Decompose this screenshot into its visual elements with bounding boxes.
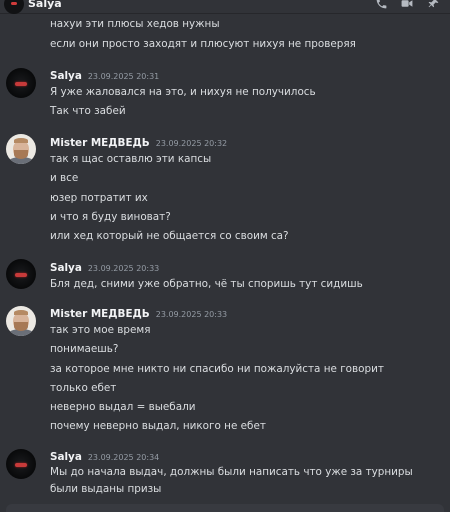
channel-title: Salya xyxy=(28,0,62,10)
message-line: неверно выдал = выебали xyxy=(50,401,196,413)
avatar[interactable] xyxy=(6,68,36,98)
pin-icon[interactable] xyxy=(426,0,440,10)
message-line: если они просто заходят и плюсуют нихуя … xyxy=(50,38,356,50)
message-timestamp: 23.09.2025 20:32 xyxy=(155,139,228,148)
message-list: нахуи эти плюсы хедов нужны если они про… xyxy=(0,0,450,512)
message-line: и все xyxy=(50,172,79,184)
message-line: юзер потратит их xyxy=(50,192,148,204)
message-line: Так что забей xyxy=(50,105,126,117)
phone-call-icon[interactable] xyxy=(374,0,388,10)
message-line: нахуи эти плюсы хедов нужны xyxy=(50,18,220,30)
channel-avatar[interactable] xyxy=(4,0,24,14)
author-name[interactable]: Mister МЕДВЕДЬ xyxy=(50,137,150,149)
header-actions xyxy=(374,0,440,10)
avatar[interactable] xyxy=(6,306,36,336)
message-header: Salya 23.09.2025 20:31 xyxy=(50,70,159,82)
message-timestamp: 23.09.2025 20:33 xyxy=(87,264,160,273)
message-timestamp: 23.09.2025 20:34 xyxy=(87,453,160,462)
author-name[interactable]: Salya xyxy=(50,451,82,463)
message-composer[interactable] xyxy=(6,504,444,512)
message-line: и что я буду виноват? xyxy=(50,211,171,223)
message-timestamp: 23.09.2025 20:31 xyxy=(87,72,160,81)
message-header: Mister МЕДВЕДЬ 23.09.2025 20:33 xyxy=(50,308,227,320)
video-call-icon[interactable] xyxy=(400,0,414,10)
message-header: Mister МЕДВЕДЬ 23.09.2025 20:32 xyxy=(50,137,227,149)
message-line: Мы до начала выдач, должны были написать… xyxy=(50,466,413,495)
message-header: Salya 23.09.2025 20:34 xyxy=(50,451,159,463)
message-line: так это мое время xyxy=(50,324,151,336)
message-line: или хед который не общается со своим са? xyxy=(50,230,289,242)
author-name[interactable]: Salya xyxy=(50,70,82,82)
message-line: Бля дед, сними уже обратно, чё ты спориш… xyxy=(50,278,363,290)
author-name[interactable]: Salya xyxy=(50,262,82,274)
message-line: понимаешь? xyxy=(50,343,119,355)
avatar[interactable] xyxy=(6,449,36,479)
message-line: Я уже жаловался на это, и нихуя не получ… xyxy=(50,86,316,98)
message-line: так я щас оставлю эти капсы xyxy=(50,153,212,165)
author-name[interactable]: Mister МЕДВЕДЬ xyxy=(50,308,150,320)
chat-window: нахуи эти плюсы хедов нужны если они про… xyxy=(0,0,450,512)
message-header: Salya 23.09.2025 20:33 xyxy=(50,262,159,274)
channel-header: Salya xyxy=(0,0,450,14)
avatar[interactable] xyxy=(6,134,36,164)
message-line: за которое мне никто ни спасибо ни пожал… xyxy=(50,363,384,375)
avatar[interactable] xyxy=(6,259,36,289)
message-line: только ебет xyxy=(50,382,117,394)
message-line: почему неверно выдал, никого не ебет xyxy=(50,420,266,432)
message-timestamp: 23.09.2025 20:33 xyxy=(155,310,228,319)
